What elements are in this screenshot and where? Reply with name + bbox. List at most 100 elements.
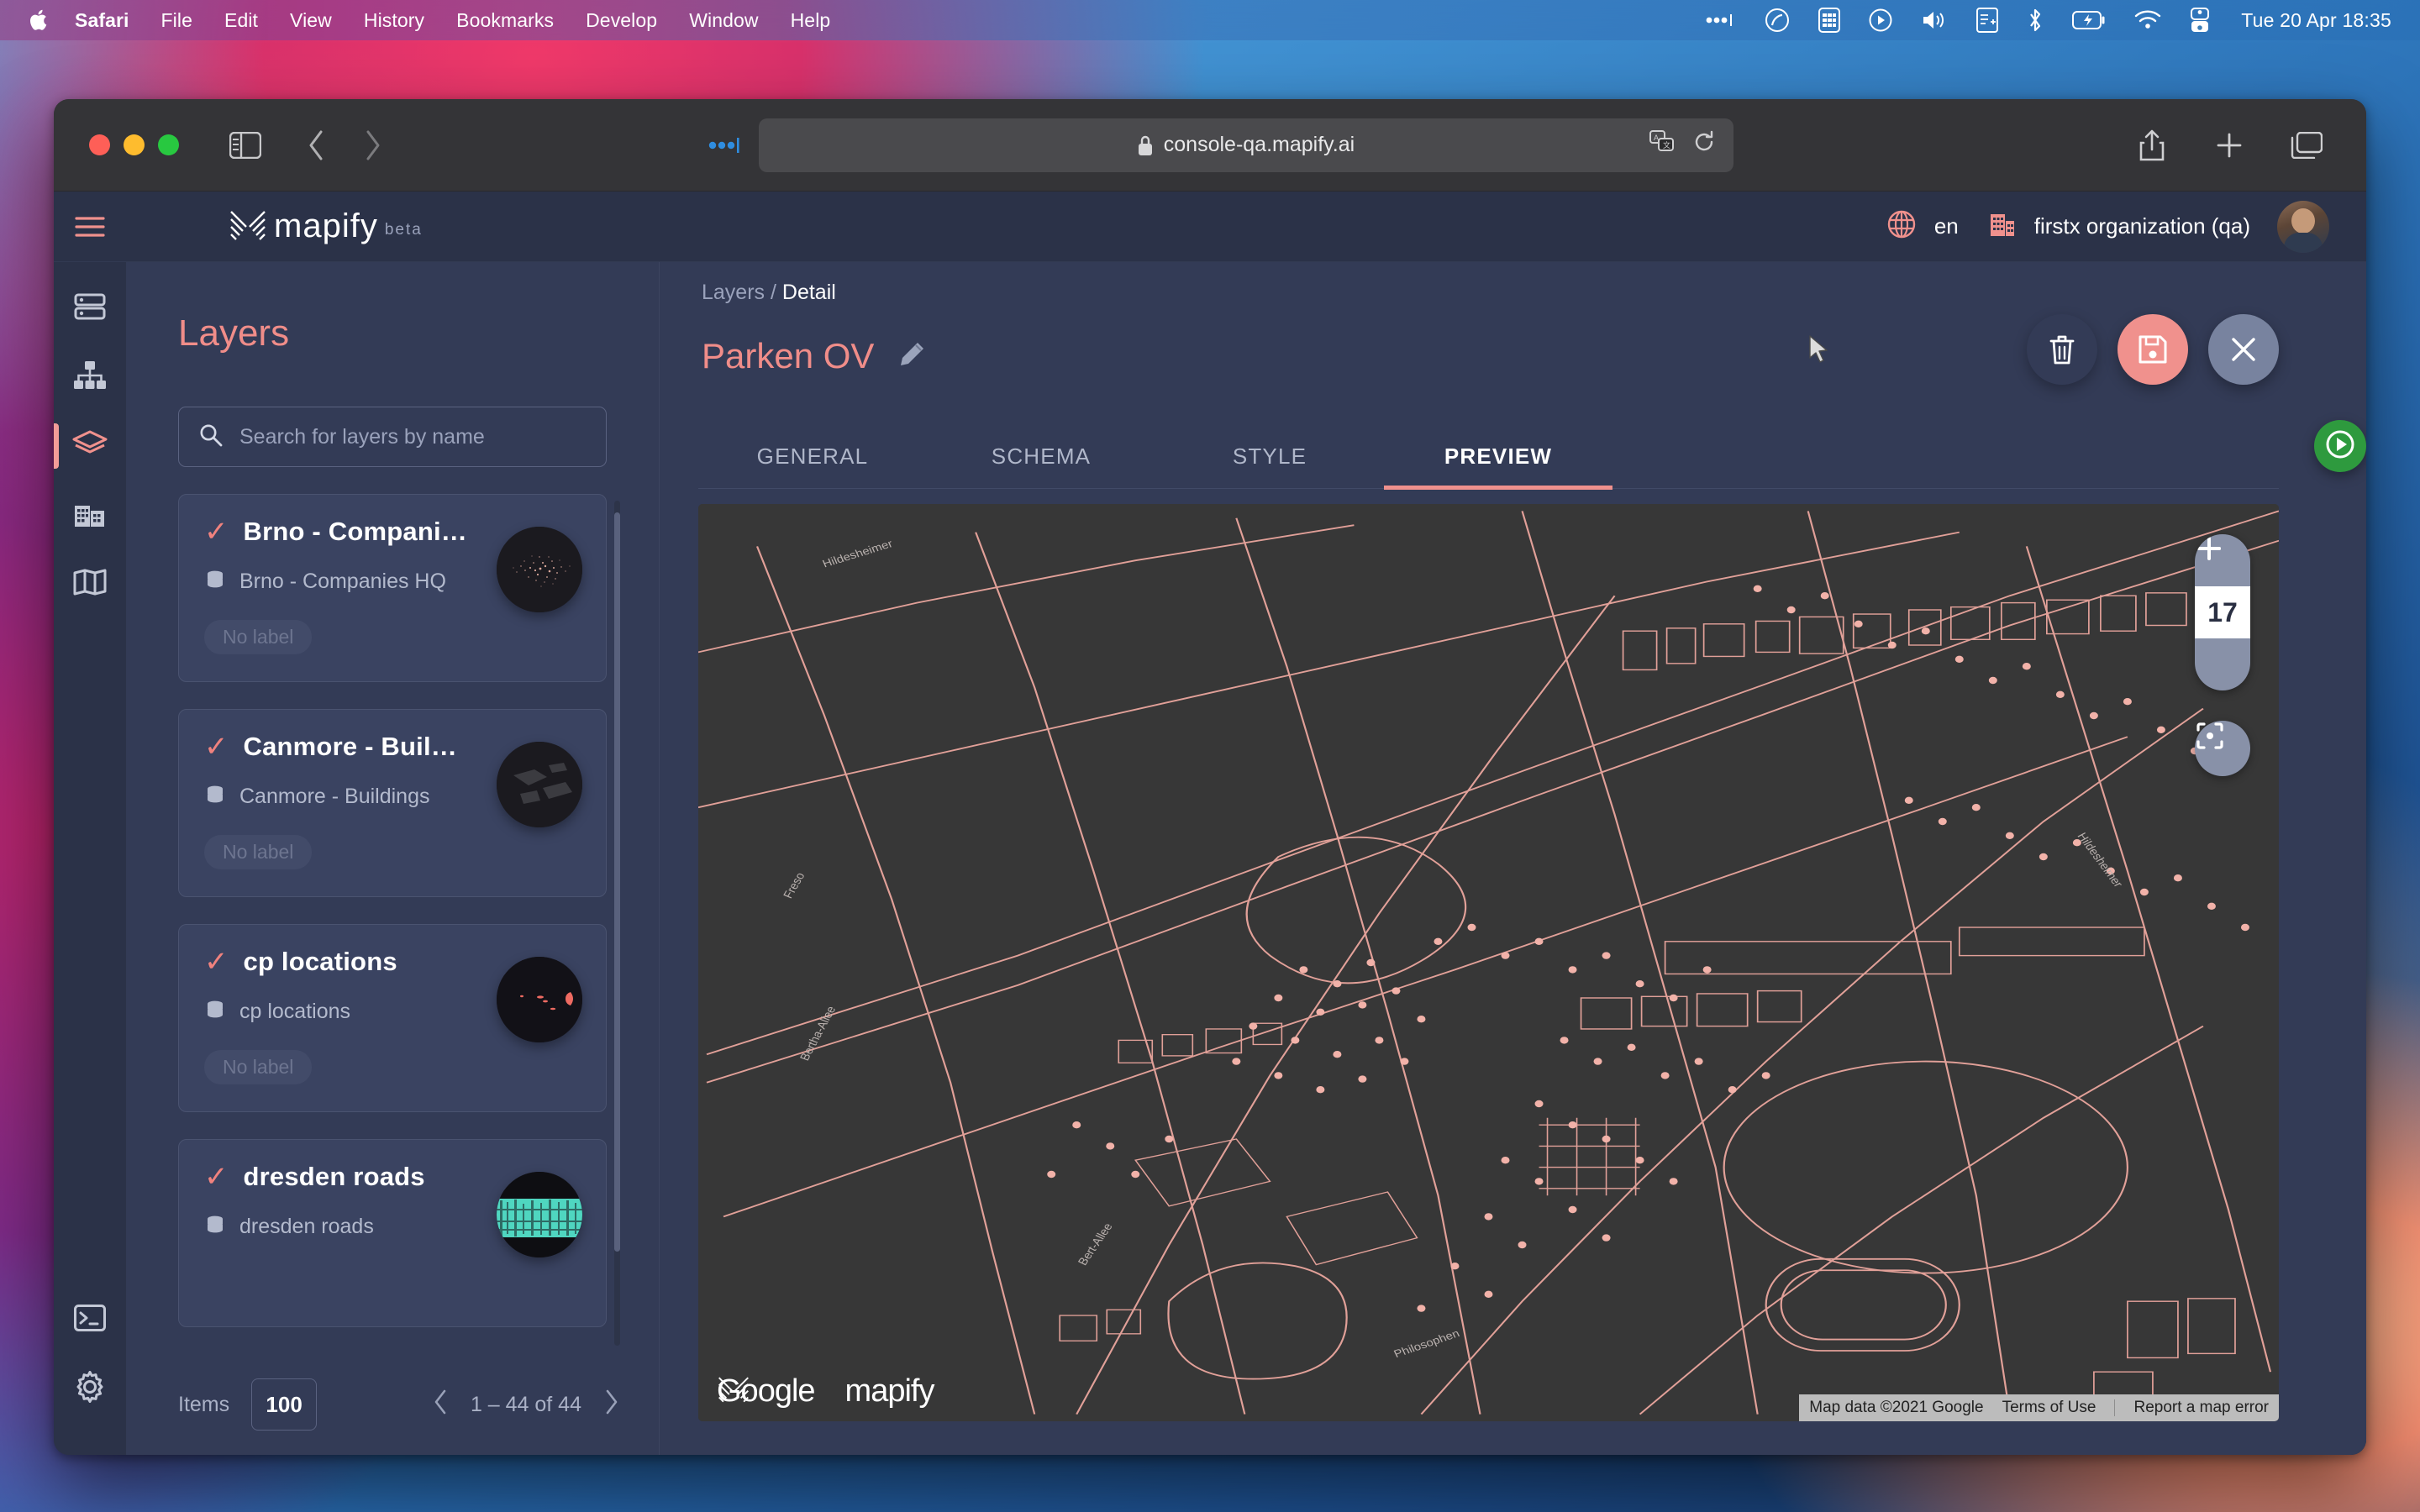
share-icon[interactable] xyxy=(2128,121,2176,170)
items-label: Items xyxy=(178,1393,229,1417)
layer-visible-check-icon[interactable]: ✓ xyxy=(204,517,229,546)
list-item[interactable]: ✓ dresden roads dresden roads xyxy=(178,1139,607,1327)
creative-cloud-icon[interactable] xyxy=(1750,8,1804,33)
minimize-window-button[interactable] xyxy=(124,134,145,155)
tab-preview[interactable]: PREVIEW xyxy=(1384,444,1612,488)
map-preview[interactable]: Hildesheimer Freso Bertha-Allee Bert-All… xyxy=(698,504,2279,1421)
reload-icon[interactable] xyxy=(1693,130,1715,160)
address-bar[interactable]: console-qa.mapify.ai A文 xyxy=(759,118,1733,172)
search-icon xyxy=(199,423,223,451)
mapify-mark-icon xyxy=(229,208,267,245)
menu-edit[interactable]: Edit xyxy=(208,9,274,32)
apple-icon[interactable] xyxy=(22,8,59,32)
layers-panel: Layers Search for layers by name ✓ Brno … xyxy=(126,262,660,1455)
sidebar-item-settings[interactable] xyxy=(54,1354,126,1423)
globe-icon[interactable] xyxy=(1887,210,1916,243)
pagination-footer: Items 100 1 – 44 of 44 xyxy=(126,1354,659,1455)
sidebar-item-maps[interactable] xyxy=(54,549,126,618)
safari-toolbar: console-qa.mapify.ai A文 xyxy=(54,99,2366,192)
map-attribution: Map data ©2021 Google Terms of Use Repor… xyxy=(1799,1394,2279,1421)
pencil-edit-icon[interactable] xyxy=(897,340,926,373)
menu-history[interactable]: History xyxy=(348,9,440,32)
delete-layer-button[interactable] xyxy=(2027,314,2097,385)
center-map-button[interactable] xyxy=(2195,721,2250,776)
breadcrumb: Layers / Detail xyxy=(702,281,836,305)
datasource-icon xyxy=(204,999,226,1025)
menu-clock[interactable]: Tue 20 Apr 18:35 xyxy=(2224,9,2391,32)
layer-detail-title: Parken OV xyxy=(702,336,874,376)
layer-card-list[interactable]: ✓ Brno - Compani… Brno - Companies HQ No… xyxy=(126,494,659,1354)
tab-schema[interactable]: SCHEMA xyxy=(927,444,1155,488)
list-item[interactable]: ✓ Brno - Compani… Brno - Companies HQ No… xyxy=(178,494,607,682)
next-page-button[interactable] xyxy=(603,1389,620,1421)
terminal-icon xyxy=(74,1305,106,1336)
calculator-icon[interactable] xyxy=(1804,8,1854,33)
terms-of-use-link[interactable]: Terms of Use xyxy=(2002,1399,2096,1417)
menu-view[interactable]: View xyxy=(274,9,348,32)
menu-safari[interactable]: Safari xyxy=(59,9,145,32)
list-item[interactable]: ✓ cp locations cp locations No label xyxy=(178,924,607,1112)
breadcrumb-root[interactable]: Layers xyxy=(702,281,765,304)
extension-dots-icon[interactable] xyxy=(708,138,744,153)
layer-visible-check-icon[interactable]: ✓ xyxy=(204,1163,229,1191)
brand-beta-tag: beta xyxy=(385,221,423,245)
back-chevron-icon[interactable] xyxy=(292,121,340,170)
sidebar-item-organizations[interactable] xyxy=(54,480,126,549)
app-header: mapify beta en firstx organization (qa) xyxy=(126,192,2366,262)
save-layer-button[interactable] xyxy=(2118,314,2188,385)
menu-window[interactable]: Window xyxy=(673,9,774,32)
layer-visible-check-icon[interactable]: ✓ xyxy=(204,732,229,761)
prev-page-button[interactable] xyxy=(432,1389,449,1421)
tab-style[interactable]: STYLE xyxy=(1155,444,1384,488)
control-center-icon[interactable] xyxy=(2175,8,2224,33)
avatar[interactable] xyxy=(2277,201,2329,253)
maximize-window-button[interactable] xyxy=(158,134,179,155)
map-zoom-control[interactable]: 17 xyxy=(2195,534,2250,690)
gear-icon xyxy=(74,1371,106,1407)
run-preview-button[interactable] xyxy=(2314,420,2366,472)
organization-name[interactable]: firstx organization (qa) xyxy=(2034,213,2250,239)
search-layers-input[interactable]: Search for layers by name xyxy=(178,407,607,467)
forward-chevron-icon[interactable] xyxy=(349,121,397,170)
layer-title: Canmore - Buil… xyxy=(244,732,457,762)
menu-file[interactable]: File xyxy=(145,9,208,32)
hamburger-menu-icon[interactable] xyxy=(54,192,126,262)
sidebar-item-datasources[interactable] xyxy=(54,274,126,343)
translate-icon[interactable]: A文 xyxy=(1649,130,1675,160)
address-bar-url: console-qa.mapify.ai xyxy=(1164,133,1355,157)
new-tab-icon[interactable] xyxy=(2205,121,2254,170)
search-placeholder: Search for layers by name xyxy=(239,425,485,449)
bluetooth-icon[interactable] xyxy=(2012,8,2058,33)
sidebar-item-structures[interactable] xyxy=(54,343,126,412)
buildings-icon xyxy=(73,499,107,532)
status-badge: No label xyxy=(204,835,312,869)
mapify-logo[interactable]: mapify beta xyxy=(229,207,423,245)
show-tabs-icon[interactable] xyxy=(2282,121,2331,170)
window-traffic-lights[interactable] xyxy=(89,134,179,155)
layer-list-scrollbar[interactable] xyxy=(614,512,620,1252)
menu-bookmarks[interactable]: Bookmarks xyxy=(440,9,570,32)
sidebar-item-console[interactable] xyxy=(54,1285,126,1354)
battery-charging-icon[interactable] xyxy=(2058,10,2120,30)
menu-help[interactable]: Help xyxy=(775,9,847,32)
close-detail-button[interactable] xyxy=(2208,314,2279,385)
layer-title: dresden roads xyxy=(244,1162,425,1192)
dots-icon[interactable] xyxy=(1691,14,1750,26)
volume-icon[interactable] xyxy=(1907,8,1962,32)
play-circle-icon[interactable] xyxy=(1854,8,1907,32)
close-window-button[interactable] xyxy=(89,134,110,155)
wifi-icon[interactable] xyxy=(2120,10,2175,30)
list-item[interactable]: ✓ Canmore - Buil… Canmore - Buildings No… xyxy=(178,709,607,897)
sidebar-item-layers[interactable] xyxy=(54,412,126,480)
report-map-error-link[interactable]: Report a map error xyxy=(2133,1399,2269,1417)
notes-icon[interactable] xyxy=(1962,8,2012,33)
items-per-page-input[interactable]: 100 xyxy=(251,1378,317,1431)
status-badge: No label xyxy=(204,620,312,654)
organization-building-icon[interactable] xyxy=(1989,211,2016,242)
sidebar-toggle-icon[interactable] xyxy=(221,121,270,170)
menu-develop[interactable]: Develop xyxy=(570,9,673,32)
datasource-icon xyxy=(204,784,226,810)
layer-visible-check-icon[interactable]: ✓ xyxy=(204,948,229,976)
tab-general[interactable]: GENERAL xyxy=(698,444,927,488)
language-selector[interactable]: en xyxy=(1934,213,1959,239)
